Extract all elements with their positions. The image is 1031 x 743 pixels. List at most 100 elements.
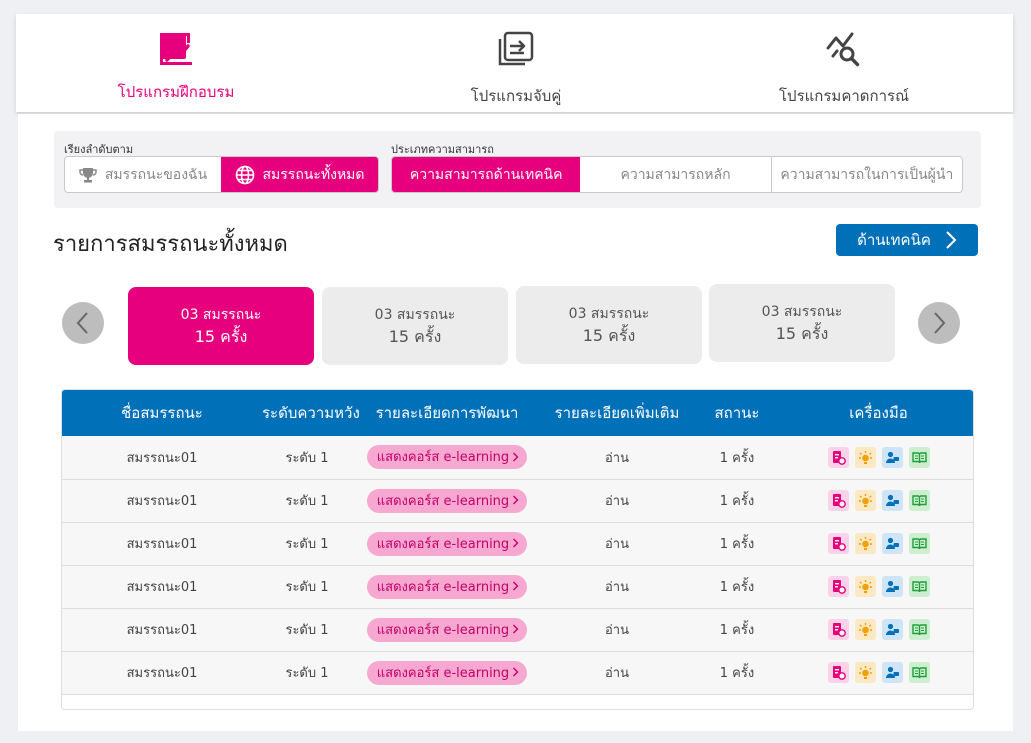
table-row: สมรรถนะ01 ระดับ 1 แสดงคอร์ส e-learning อ่าน… [62, 436, 973, 480]
user-chat-icon[interactable] [881, 533, 903, 554]
chevron-right-icon [512, 495, 519, 505]
forecast-search-icon [825, 30, 863, 72]
header-name: ชื่อสมรรถนะ [62, 390, 262, 436]
show-elearning-label: แสดงคอร์ส e-learning [376, 622, 510, 638]
open-book-icon[interactable] [908, 533, 930, 554]
document-settings-icon[interactable] [827, 490, 849, 511]
nav-item-forecast[interactable]: โปรแกรมคาดการณ์ [744, 14, 944, 112]
summary-card[interactable]: 03 สมรรถนะ 15 ครั้ง [516, 286, 702, 364]
sort-my-competency-label: สมรรถนะของฉัน [104, 166, 208, 183]
type-leadership-label: ความสามารถในการเป็นผู้นำ [780, 166, 954, 183]
show-elearning-link[interactable]: แสดงคอร์ส e-learning [366, 531, 528, 556]
sort-my-competency-button[interactable]: สมรรถนะของฉัน [65, 157, 221, 192]
user-chat-icon[interactable] [881, 490, 903, 511]
trophy-icon [79, 166, 97, 184]
open-book-icon[interactable] [908, 576, 930, 597]
cell-status: 1 ครั้ง [692, 436, 782, 480]
nav-item-training[interactable]: โปรแกรมฝึกอบรม [76, 14, 276, 112]
card-times: 15 ครั้ง [388, 327, 442, 346]
technical-button[interactable]: ด้านเทคนิค [836, 224, 978, 256]
cell-status: 1 ครั้ง [692, 522, 782, 566]
cell-tools [782, 565, 973, 609]
cell-tools [782, 651, 973, 695]
table-body: สมรรถนะ01 ระดับ 1 แสดงคอร์ส e-learning อ่าน… [62, 436, 973, 695]
top-nav: โปรแกรมฝึกอบรม โปรแกรมจับคู่ โปรแกรมคาดก… [16, 14, 1013, 112]
nav-item-matching[interactable]: โปรแกรมจับคู่ [416, 14, 616, 112]
cell-level: ระดับ 1 [262, 479, 352, 523]
row-tools [827, 533, 930, 554]
read-link[interactable]: อ่าน [605, 451, 629, 466]
sort-all-competency-label: สมรรถนะทั้งหมด [262, 166, 365, 183]
show-elearning-label: แสดงคอร์ส e-learning [376, 579, 510, 595]
show-elearning-link[interactable]: แสดงคอร์ส e-learning [366, 660, 528, 685]
summary-card[interactable]: 03 สมรรถนะ 15 ครั้ง [128, 287, 314, 365]
type-technical-button[interactable]: ความสามารถด้านเทคนิค [392, 157, 581, 192]
user-chat-icon[interactable] [881, 662, 903, 683]
show-elearning-link[interactable]: แสดงคอร์ส e-learning [366, 445, 528, 470]
cell-level: ระดับ 1 [262, 608, 352, 652]
cell-status: 1 ครั้ง [692, 565, 782, 609]
summary-card[interactable]: 03 สมรรถนะ 15 ครั้ง [709, 284, 895, 362]
read-link[interactable]: อ่าน [605, 623, 629, 638]
summary-card[interactable]: 03 สมรรถนะ 15 ครั้ง [322, 287, 508, 365]
user-chat-icon[interactable] [881, 576, 903, 597]
read-link[interactable]: อ่าน [605, 580, 629, 595]
sort-all-competency-button[interactable]: สมรรถนะทั้งหมด [221, 157, 378, 192]
document-settings-icon[interactable] [827, 533, 849, 554]
nav-label-matching: โปรแกรมจับคู่ [470, 87, 562, 105]
document-settings-icon[interactable] [827, 576, 849, 597]
cell-development: แสดงคอร์ส e-learning [352, 651, 542, 695]
cell-level: ระดับ 1 [262, 565, 352, 609]
card-count: 03 สมรรถนะ [568, 306, 650, 322]
globe-icon [235, 165, 255, 185]
cell-more: อ่าน [542, 522, 692, 566]
main-content: เรียงลำดับตาม สมรรถนะของฉัน สมรรถนะทั้งห… [18, 114, 1013, 731]
header-tools: เครื่องมือ [782, 390, 973, 436]
cell-tools [782, 608, 973, 652]
sort-toggle: สมรรถนะของฉัน สมรรถนะทั้งหมด [64, 156, 379, 193]
cell-tools [782, 479, 973, 523]
carousel-prev-button[interactable] [62, 302, 104, 344]
section-title: รายการสมรรถนะทั้งหมด [53, 232, 288, 257]
show-elearning-label: แสดงคอร์ส e-learning [376, 493, 510, 509]
read-link[interactable]: อ่าน [605, 494, 629, 509]
idea-bulb-icon[interactable] [854, 490, 876, 511]
read-link[interactable]: อ่าน [605, 666, 629, 681]
idea-bulb-icon[interactable] [854, 576, 876, 597]
idea-bulb-icon[interactable] [854, 662, 876, 683]
idea-bulb-icon[interactable] [854, 619, 876, 640]
carousel-next-button[interactable] [918, 302, 960, 344]
user-chat-icon[interactable] [881, 446, 903, 468]
cell-tools [782, 522, 973, 566]
show-elearning-link[interactable]: แสดงคอร์ส e-learning [366, 617, 528, 642]
cell-more: อ่าน [542, 436, 692, 480]
idea-bulb-icon[interactable] [854, 533, 876, 554]
open-book-icon[interactable] [908, 662, 930, 683]
show-elearning-link[interactable]: แสดงคอร์ส e-learning [366, 488, 528, 513]
user-chat-icon[interactable] [881, 619, 903, 640]
document-settings-icon[interactable] [827, 619, 849, 640]
card-times: 15 ครั้ง [582, 326, 636, 345]
document-settings-icon[interactable] [827, 446, 849, 468]
read-link[interactable]: อ่าน [605, 537, 629, 552]
row-tools [827, 662, 930, 683]
nav-label-forecast: โปรแกรมคาดการณ์ [778, 87, 909, 105]
cell-name: สมรรถนะ01 [62, 522, 262, 566]
show-elearning-label: แสดงคอร์ส e-learning [376, 536, 510, 552]
cell-more: อ่าน [542, 479, 692, 523]
type-core-button[interactable]: ความสามารถหลัก [580, 157, 770, 192]
show-elearning-label: แสดงคอร์ส e-learning [376, 665, 510, 681]
row-tools [827, 446, 930, 468]
document-settings-icon[interactable] [827, 662, 849, 683]
table-row: สมรรถนะ01 ระดับ 1 แสดงคอร์ส e-learning อ่าน… [62, 608, 973, 652]
show-elearning-link[interactable]: แสดงคอร์ส e-learning [366, 574, 528, 599]
card-count: 03 สมรรถนะ [761, 304, 843, 320]
open-book-icon[interactable] [908, 490, 930, 511]
chevron-right-icon [932, 311, 946, 335]
cell-more: อ่าน [542, 565, 692, 609]
nav-label-training: โปรแกรมฝึกอบรม [117, 83, 235, 101]
type-leadership-button[interactable]: ความสามารถในการเป็นผู้นำ [770, 157, 962, 192]
open-book-icon[interactable] [908, 619, 930, 640]
open-book-icon[interactable] [908, 446, 930, 468]
idea-bulb-icon[interactable] [854, 446, 876, 468]
